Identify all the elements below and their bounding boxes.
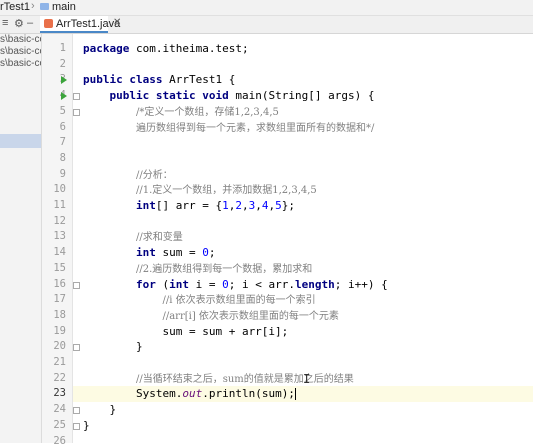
code-line[interactable]: /*定义一个数组，存储1,2,3,4,5 [83,104,279,120]
code-line[interactable]: } [83,339,143,355]
fold-marker-icon[interactable] [73,93,80,101]
minus-icon[interactable]: – [27,17,33,29]
chevron-right-icon: › [31,0,35,12]
line-number: 12 [53,214,66,227]
line-number: 13 [53,230,66,243]
code-line[interactable]: 遍历数组得到每一个元素，求数组里面所有的数据和*/ [83,120,374,136]
fold-marker-icon[interactable] [73,422,80,430]
breadcrumb-branch[interactable]: main [52,1,76,13]
collapse-icon[interactable]: ≡ [2,17,8,29]
run-icon[interactable] [61,76,67,85]
code-line[interactable]: sum = sum + arr[i]; [83,324,288,340]
java-file-icon [44,19,53,28]
line-number: 10 [53,183,66,196]
line-number: 1 [59,42,66,54]
line-number: 19 [53,324,66,337]
line-number: 16 [53,277,66,290]
text-cursor-icon: I [303,372,311,386]
project-item[interactable]: s\basic-code [0,34,41,45]
line-number: 25 [53,418,66,431]
line-number: 15 [53,261,66,274]
tab-label: ArrTest1.java [56,18,121,30]
code-line[interactable]: int sum = 0; [83,245,215,261]
fold-marker-icon[interactable] [73,281,80,289]
code-line[interactable]: } [83,418,90,434]
folder-icon [40,3,49,10]
code-line[interactable]: //当循环结束之后，sum的值就是累加之后的结果 [83,371,354,387]
fold-marker-icon[interactable] [73,344,80,352]
code-line[interactable]: public class ArrTest1 { [83,72,235,88]
selected-row[interactable] [0,134,41,148]
code-line[interactable]: public static void main(String[] args) { [83,88,375,104]
fold-marker-icon[interactable] [73,108,80,116]
code-line[interactable]: //分析： [83,167,173,183]
code-line[interactable]: //arr[i] 依次表示数组里面的每一个元素 [83,308,338,324]
line-number: 23 [53,387,66,400]
code-line[interactable]: System.out.println(sum); [83,386,296,402]
breadcrumb: rTest1 › main [0,0,533,16]
code-line[interactable]: //2.遍历数组得到每一个数据，累加求和 [83,261,312,277]
fold-marker-icon[interactable] [73,407,80,415]
line-number: 2 [59,57,66,70]
code-line[interactable]: //求和变量 [83,229,183,245]
tab-arrtest1[interactable]: ArrTest1.java [40,16,120,33]
editor-tab-bar: ≡ ⚙ – ArrTest1.java ✕ [0,16,533,34]
line-number: 6 [59,120,66,133]
code-line[interactable]: //i 依次表示数组里面的每一个索引 [83,292,315,308]
code-line[interactable]: //1.定义一个数组，并添加数据1,2,3,4,5 [83,182,317,198]
project-item[interactable]: s\basic-code [0,58,41,69]
code-line[interactable]: package com.itheima.test; [83,41,249,57]
line-number: 18 [53,308,66,321]
line-number: 20 [53,340,66,353]
line-number: 24 [53,403,66,416]
close-icon[interactable]: ✕ [113,17,121,28]
line-number: 14 [53,246,66,259]
settings-icon[interactable]: ⚙ [14,17,24,30]
breadcrumb-project[interactable]: rTest1 [0,1,30,13]
line-number: 5 [59,104,66,117]
project-panel: s\basic-code s\basic-code s\basic-code [0,34,42,443]
line-number: 17 [53,293,66,306]
line-number: 26 [53,434,66,447]
run-icon[interactable] [61,92,67,101]
line-number-gutter: 1 2 3 4 5 6 7 8 9 10 11 12 13 14 15 16 17 18 19 20 21 22 23 24 2… [42,34,73,447]
code-line[interactable]: } [83,402,116,418]
line-number: 11 [53,199,66,211]
code-line[interactable]: int[] arr = {1,2,3,4,5}; [83,198,295,214]
line-number: 9 [59,167,66,180]
line-number: 7 [59,136,66,149]
line-number: 8 [59,151,66,164]
line-number: 21 [53,356,66,368]
line-number: 22 [53,371,66,384]
code-line[interactable]: for (int i = 0; i < arr.length; i++) { [83,277,388,293]
text-caret [294,388,296,401]
project-item[interactable]: s\basic-code [0,46,41,57]
